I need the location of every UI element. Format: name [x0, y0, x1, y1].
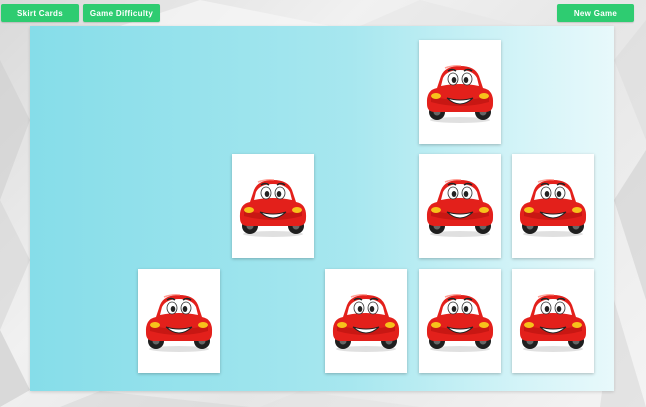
- memory-card[interactable]: [325, 269, 407, 373]
- red-cartoon-car-icon: [239, 179, 307, 237]
- memory-card[interactable]: [419, 269, 501, 373]
- memory-card[interactable]: [232, 154, 314, 258]
- memory-card[interactable]: [138, 269, 220, 373]
- game-board: [30, 26, 614, 391]
- memory-card[interactable]: [419, 40, 501, 144]
- red-cartoon-car-icon: [426, 179, 494, 237]
- red-cartoon-car-icon: [332, 294, 400, 352]
- red-cartoon-car-icon: [519, 294, 587, 352]
- memory-card[interactable]: [512, 154, 594, 258]
- new-game-button[interactable]: New Game: [557, 4, 634, 22]
- game-difficulty-button[interactable]: Game Difficulty: [83, 4, 160, 22]
- memory-card[interactable]: [419, 154, 501, 258]
- red-cartoon-car-icon: [519, 179, 587, 237]
- red-cartoon-car-icon: [426, 65, 494, 123]
- skirt-cards-button[interactable]: Skirt Cards: [1, 4, 79, 22]
- red-cartoon-car-icon: [145, 294, 213, 352]
- memory-card[interactable]: [512, 269, 594, 373]
- red-cartoon-car-icon: [426, 294, 494, 352]
